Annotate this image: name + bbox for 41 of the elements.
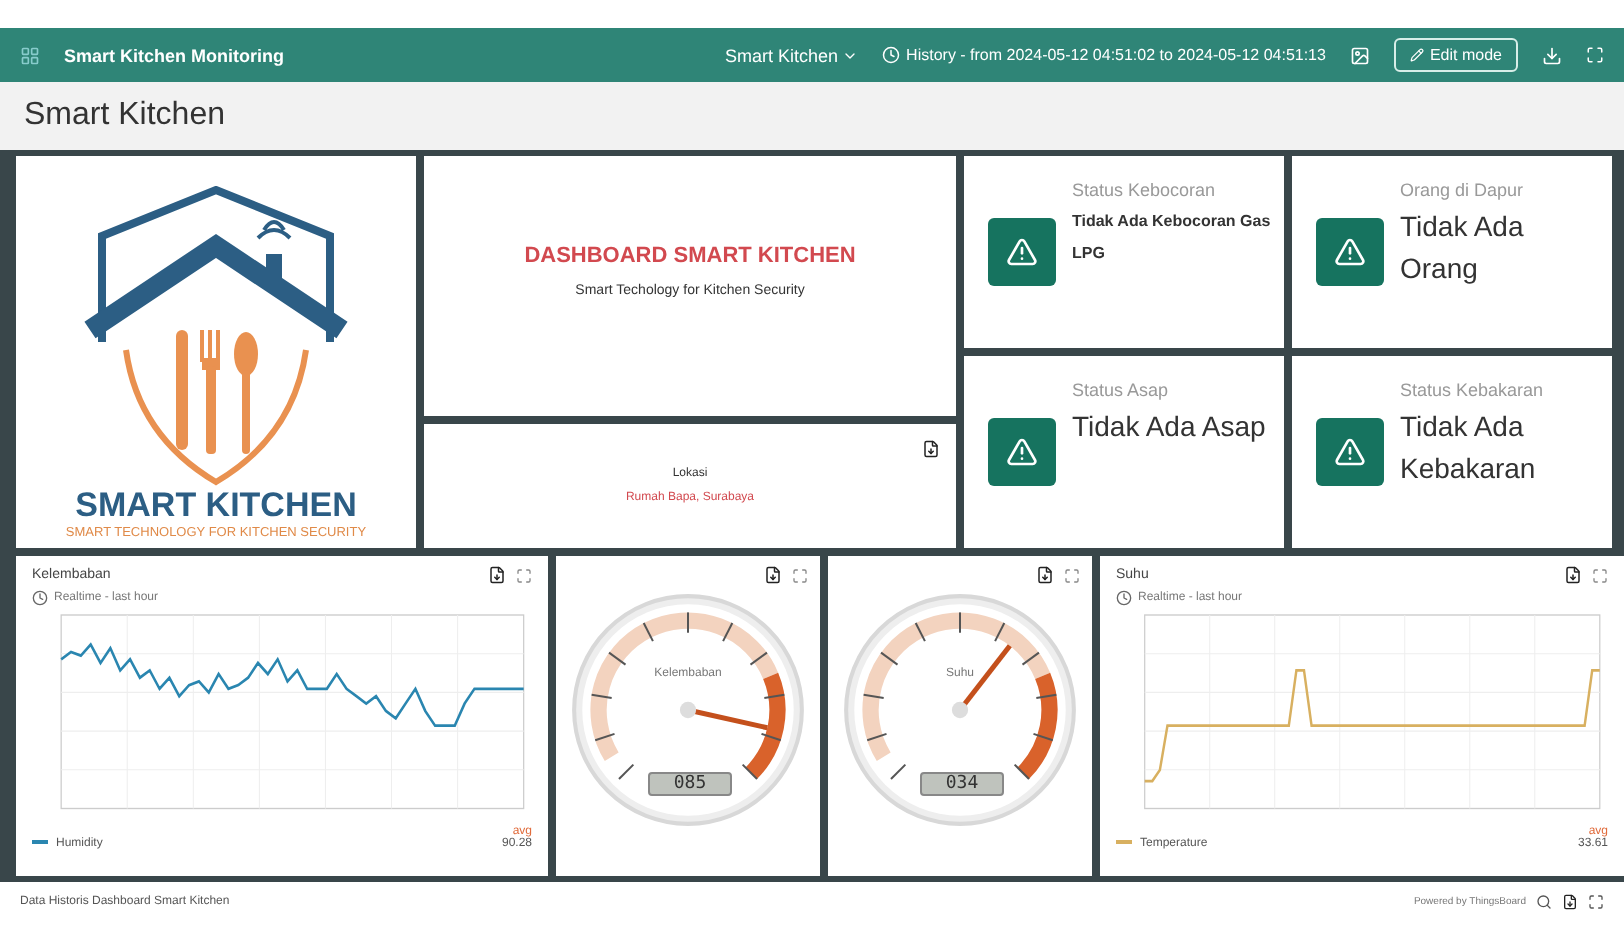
clock-icon xyxy=(32,590,48,606)
fullscreen-icon[interactable] xyxy=(1592,567,1608,583)
logo-title: SMART KITCHEN xyxy=(75,486,357,526)
dashboard-select[interactable]: Smart Kitchen xyxy=(725,45,859,65)
gauge-reading: 085 xyxy=(648,772,732,796)
edit-mode-button[interactable]: Edit mode xyxy=(1393,38,1518,72)
dashboard-title: DASHBOARD SMART KITCHEN xyxy=(524,243,856,267)
file-download-icon[interactable] xyxy=(764,566,782,584)
file-download-icon[interactable] xyxy=(1562,894,1578,910)
image-icon[interactable] xyxy=(1349,45,1370,65)
fullscreen-icon[interactable] xyxy=(516,567,532,583)
warning-icon xyxy=(1006,436,1038,468)
status-title: Orang di Dapur xyxy=(1400,180,1526,200)
fullscreen-icon[interactable] xyxy=(792,567,808,583)
gauge-reading: 034 xyxy=(920,772,1004,796)
status-title: Status Kebakaran xyxy=(1400,380,1546,400)
clock-icon xyxy=(1116,590,1132,606)
search-icon[interactable] xyxy=(1536,894,1552,910)
warning-icon xyxy=(1334,436,1366,468)
status-value: Tidak Ada Kebakaran xyxy=(1400,408,1538,488)
status-title: Status Asap xyxy=(1072,380,1171,400)
file-download-icon[interactable] xyxy=(922,440,940,458)
pencil-icon xyxy=(1409,48,1424,62)
fullscreen-icon[interactable] xyxy=(1586,46,1604,64)
app-icon xyxy=(20,45,40,65)
status-value: Tidak Ada Kebocoran Gas LPG xyxy=(1072,210,1273,266)
file-download-icon[interactable] xyxy=(488,566,506,584)
app-title: Smart Kitchen Monitoring xyxy=(64,45,284,65)
fullscreen-icon[interactable] xyxy=(1588,894,1604,910)
warning-icon xyxy=(1006,236,1038,268)
status-title: Status Kebocoran xyxy=(1072,180,1218,200)
status-value: Tidak Ada Asap xyxy=(1072,408,1266,446)
warning-icon xyxy=(1334,236,1366,268)
history-button[interactable]: History - from 2024-05-12 04:51:02 to 2024-05-12 04:51:13 xyxy=(882,46,1326,64)
file-download-icon[interactable] xyxy=(1036,566,1054,584)
fullscreen-icon[interactable] xyxy=(1064,567,1080,583)
page-title: Smart Kitchen xyxy=(24,98,225,134)
status-value: Tidak Ada Orang xyxy=(1400,208,1526,288)
file-download-icon[interactable] xyxy=(1564,566,1582,584)
clock-icon xyxy=(882,46,901,64)
download-icon[interactable] xyxy=(1542,45,1562,65)
